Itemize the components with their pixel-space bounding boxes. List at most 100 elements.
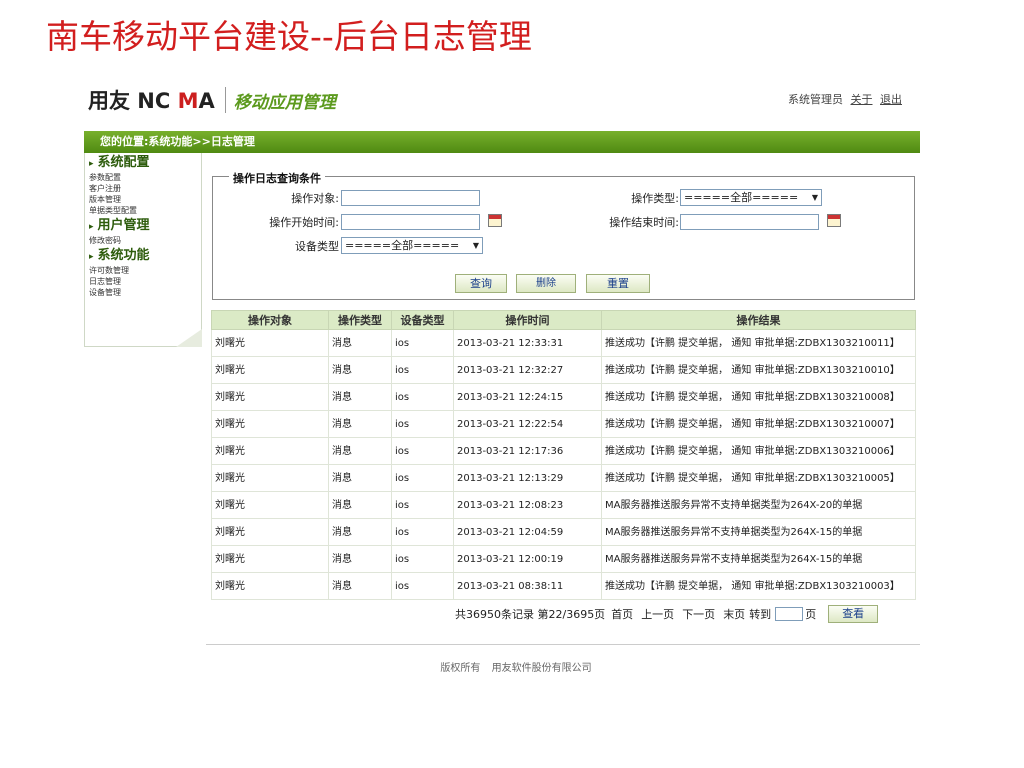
sidebar-item-change-password[interactable]: 修改密码 <box>85 235 201 246</box>
query-button[interactable]: 查询 <box>455 274 507 293</box>
table-row: 刘曙光 消息 ios 2013-03-21 12:13:29 推送成功【许鹏 提交单据，… <box>211 464 916 492</box>
cell-device: ios <box>391 437 454 465</box>
cell-result: MA服务器推送服务异常不支持单据类型为264X-15的单据 <box>601 518 916 546</box>
sidebar-corner-decoration <box>176 329 202 347</box>
page-unit-label: 页 <box>805 608 817 621</box>
table-row: 刘曙光 消息 ios 2013-03-21 12:32:27 推送成功【许鹏 提交单据，… <box>211 356 916 384</box>
col-time: 操作时间 <box>453 310 602 330</box>
cell-device: ios <box>391 356 454 384</box>
delete-button[interactable]: 删除 <box>516 274 576 293</box>
cell-time: 2013-03-21 12:33:31 <box>453 329 602 357</box>
app-logo: 用友 NC MA 移动应用管理 <box>88 86 336 114</box>
cell-type: 消息 <box>328 464 392 492</box>
cell-time: 2013-03-21 12:17:36 <box>453 437 602 465</box>
cell-type: 消息 <box>328 410 392 438</box>
pagination: 共36950条记录 第22/3695页 首页 上一页 下一页 末页 转到 页 查… <box>455 605 880 623</box>
table-row: 刘曙光 消息 ios 2013-03-21 12:00:19 MA服务器推送服务异常不支… <box>211 545 916 573</box>
reset-button[interactable]: 重置 <box>586 274 650 293</box>
table-header: 操作对象 操作类型 设备类型 操作时间 操作结果 <box>211 310 916 330</box>
col-type: 操作类型 <box>328 310 392 330</box>
chevron-down-icon: ▼ <box>811 193 818 202</box>
start-time-label: 操作开始时间: <box>269 216 339 229</box>
cell-time: 2013-03-21 12:00:19 <box>453 545 602 573</box>
sidebar-item-bill-types[interactable]: 单据类型配置 <box>85 205 201 216</box>
prev-page-link[interactable]: 上一页 <box>641 606 674 622</box>
next-page-link[interactable]: 下一页 <box>682 606 715 622</box>
col-result: 操作结果 <box>601 310 916 330</box>
sidebar-group-system-config[interactable]: 系统配置 <box>85 155 201 172</box>
sidebar-group-system-functions[interactable]: 系统功能 <box>85 248 201 265</box>
sidebar-item-params[interactable]: 参数配置 <box>85 172 201 183</box>
table-row: 刘曙光 消息 ios 2013-03-21 12:24:15 推送成功【许鹏 提交单据，… <box>211 383 916 411</box>
cell-result: 推送成功【许鹏 提交单据， 通知 审批单据:ZDBX1303210005】 <box>601 464 916 492</box>
table-row: 刘曙光 消息 ios 2013-03-21 12:33:31 推送成功【许鹏 提交单据，… <box>211 329 916 357</box>
cell-type: 消息 <box>328 518 392 546</box>
end-time-label: 操作结束时间: <box>609 216 679 229</box>
sidebar-item-client-register[interactable]: 客户注册 <box>85 183 201 194</box>
log-table: 操作对象 操作类型 设备类型 操作时间 操作结果 刘曙光 消息 ios 2013-03… <box>211 310 916 600</box>
calendar-icon[interactable] <box>827 214 841 227</box>
cell-type: 消息 <box>328 356 392 384</box>
cell-type: 消息 <box>328 437 392 465</box>
sidebar-item-licenses[interactable]: 许可数管理 <box>85 265 201 276</box>
page-number-input[interactable] <box>775 607 804 621</box>
logo-divider <box>224 87 226 113</box>
sidebar-item-logs[interactable]: 日志管理 <box>85 276 201 287</box>
view-page-button[interactable]: 查看 <box>828 605 879 623</box>
first-page-link[interactable]: 首页 <box>611 606 633 622</box>
cell-time: 2013-03-21 12:32:27 <box>453 356 602 384</box>
sidebar-group-user-management[interactable]: 用户管理 <box>85 218 201 235</box>
cell-object: 刘曙光 <box>211 410 329 438</box>
slide-title: 南车移动平台建设--后台日志管理 <box>46 17 532 56</box>
cell-object: 刘曙光 <box>211 329 329 357</box>
cell-device: ios <box>391 383 454 411</box>
end-time-input[interactable] <box>680 214 819 230</box>
app-name: 移动应用管理 <box>233 92 336 113</box>
brand-name: 用友 NC MA <box>88 89 215 113</box>
sidebar-item-versions[interactable]: 版本管理 <box>85 194 201 205</box>
copyright-label: 版权所有 <box>440 663 481 674</box>
table-row: 刘曙光 消息 ios 2013-03-21 12:04:59 MA服务器推送服务异常不支… <box>211 518 916 546</box>
cell-object: 刘曙光 <box>211 572 329 600</box>
cell-object: 刘曙光 <box>211 383 329 411</box>
cell-device: ios <box>391 572 454 600</box>
cell-result: MA服务器推送服务异常不支持单据类型为264X-15的单据 <box>601 545 916 573</box>
cell-type: 消息 <box>328 491 392 519</box>
device-type-select[interactable]: =====全部===== ▼ <box>341 237 483 254</box>
type-label: 操作类型: <box>631 192 679 205</box>
goto-label: 转到 <box>749 608 772 621</box>
query-legend: 操作日志查询条件 <box>229 170 325 186</box>
last-page-link[interactable]: 末页 <box>723 606 745 622</box>
footer-divider <box>206 644 920 645</box>
cell-type: 消息 <box>328 383 392 411</box>
start-time-input[interactable] <box>341 214 480 230</box>
cell-result: MA服务器推送服务异常不支持单据类型为264X-20的单据 <box>601 491 916 519</box>
about-link[interactable]: 关于 <box>851 93 873 106</box>
cell-object: 刘曙光 <box>211 437 329 465</box>
logout-link[interactable]: 退出 <box>880 93 902 106</box>
table-row: 刘曙光 消息 ios 2013-03-21 12:22:54 推送成功【许鹏 提交单据，… <box>211 410 916 438</box>
cell-device: ios <box>391 410 454 438</box>
cell-object: 刘曙光 <box>211 464 329 492</box>
cell-object: 刘曙光 <box>211 545 329 573</box>
sidebar: 系统配置 参数配置 客户注册 版本管理 单据类型配置 用户管理 修改密码 系统功… <box>84 153 202 347</box>
company-name: 用友软件股份有限公司 <box>491 663 592 674</box>
cell-time: 2013-03-21 12:13:29 <box>453 464 602 492</box>
object-input[interactable] <box>341 190 480 206</box>
device-type-label: 设备类型 <box>295 240 339 253</box>
cell-result: 推送成功【许鹏 提交单据， 通知 审批单据:ZDBX1303210011】 <box>601 329 916 357</box>
cell-object: 刘曙光 <box>211 491 329 519</box>
sidebar-item-devices[interactable]: 设备管理 <box>85 287 201 298</box>
type-select[interactable]: =====全部===== ▼ <box>680 189 822 206</box>
cell-object: 刘曙光 <box>211 356 329 384</box>
calendar-icon[interactable] <box>488 214 502 227</box>
footer: 版权所有 用友软件股份有限公司 <box>0 659 1024 674</box>
table-row: 刘曙光 消息 ios 2013-03-21 12:17:36 推送成功【许鹏 提交单据，… <box>211 437 916 465</box>
cell-time: 2013-03-21 12:04:59 <box>453 518 602 546</box>
chevron-down-icon: ▼ <box>472 241 479 250</box>
current-user: 系统管理员 <box>788 93 843 106</box>
cell-device: ios <box>391 464 454 492</box>
cell-result: 推送成功【许鹏 提交单据， 通知 审批单据:ZDBX1303210010】 <box>601 356 916 384</box>
cell-time: 2013-03-21 08:38:11 <box>453 572 602 600</box>
cell-type: 消息 <box>328 572 392 600</box>
